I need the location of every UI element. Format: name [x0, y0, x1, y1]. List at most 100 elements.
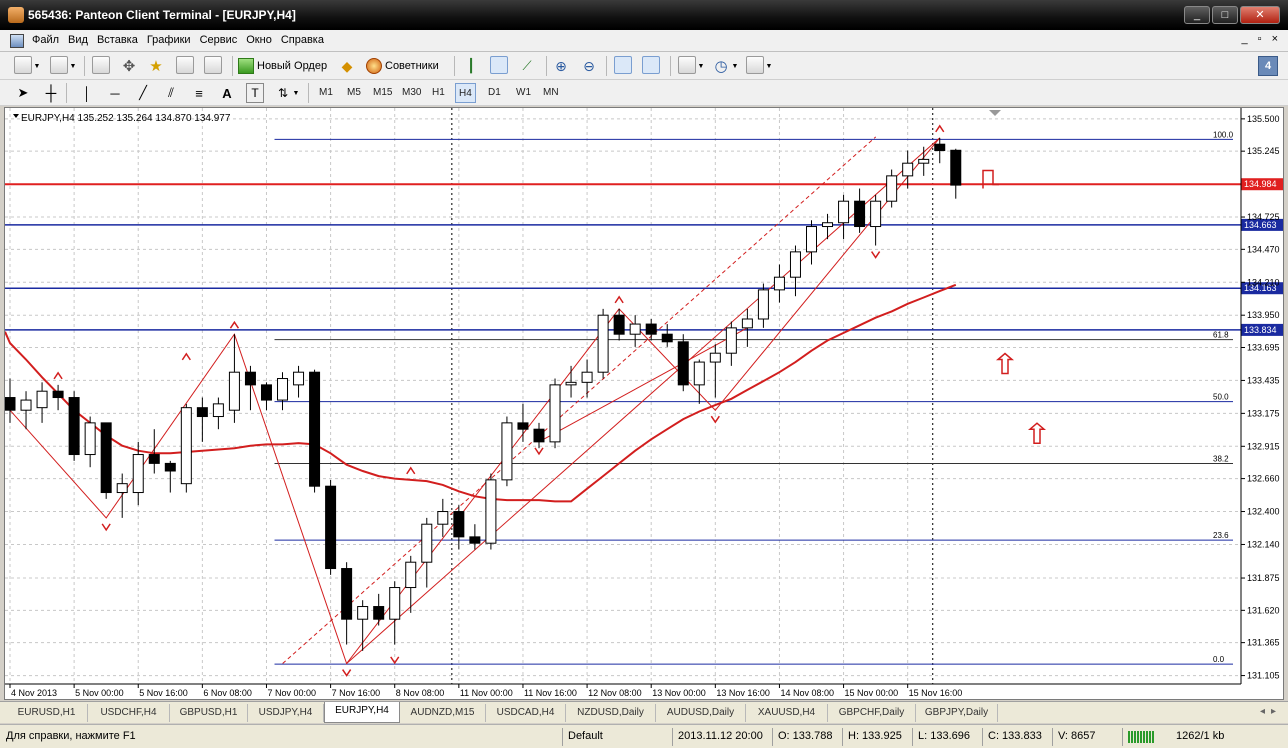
text-tool-icon[interactable]: A	[218, 83, 236, 103]
chevron-down-icon[interactable]: ▼	[33, 56, 41, 76]
candle-body	[870, 200, 882, 228]
strategy-tester-icon[interactable]	[204, 56, 222, 74]
mdi-restore-button[interactable]: ▫	[1258, 33, 1262, 45]
chevron-down-icon[interactable]: ▼	[697, 56, 705, 76]
market-watch-icon[interactable]	[92, 56, 110, 74]
timeframe-m30[interactable]: M30	[399, 83, 424, 103]
crosshair-icon[interactable]: ┼	[42, 83, 60, 103]
tab-usdchf-h4[interactable]: USDCHF,H4	[88, 704, 170, 722]
candle-body	[421, 523, 433, 563]
autoscroll-icon[interactable]	[614, 56, 632, 74]
price-chart[interactable]: 100.061.850.038.223.60.0134.984134.66313…	[4, 108, 1283, 699]
mdi-minimize-button[interactable]: _	[1242, 33, 1248, 45]
tab-audnzd-m15[interactable]: AUDNZD,M15	[400, 704, 486, 722]
timeframe-h4[interactable]: H4	[455, 83, 476, 103]
maximize-button[interactable]: □	[1212, 6, 1238, 24]
zoom-out-icon[interactable]: ⊖	[580, 56, 598, 76]
close-button[interactable]: ✕	[1240, 6, 1280, 24]
periods-clock-icon[interactable]: ◷	[712, 56, 730, 76]
bar-chart-icon[interactable]: ┃	[462, 56, 480, 76]
chevron-down-icon[interactable]: ▼	[765, 56, 773, 76]
timeframe-w1[interactable]: W1	[513, 83, 534, 103]
vertical-line-icon[interactable]: │	[80, 83, 94, 103]
candle-body	[501, 422, 513, 481]
buy-signal-arrow	[1027, 422, 1047, 444]
candle-body	[244, 371, 256, 386]
new-chart-icon[interactable]	[14, 56, 32, 74]
candle-body	[693, 361, 705, 386]
candle-body	[485, 479, 497, 544]
timeframe-h1[interactable]: H1	[429, 83, 448, 103]
line-chart-icon[interactable]: ⟋	[518, 56, 536, 76]
tab-gbpusd-h1[interactable]: GBPUSD,H1	[170, 704, 248, 722]
notifications-icon[interactable]: 4	[1258, 56, 1278, 76]
chart-menu-triangle-icon[interactable]	[13, 114, 19, 118]
menu-file[interactable]: Файл	[32, 34, 68, 46]
fibonacci-retracement-icon[interactable]: ≡	[190, 83, 208, 103]
tab-nzdusd-daily[interactable]: NZDUSD,Daily	[566, 704, 656, 722]
arrows-icon[interactable]: ⇅	[274, 83, 292, 103]
tab-eurusd-h1[interactable]: EURUSD,H1	[6, 704, 88, 722]
mdi-close-button[interactable]: ×	[1272, 33, 1278, 45]
horizontal-line-icon[interactable]: ─	[106, 83, 124, 103]
tab-usdjpy-h4[interactable]: USDJPY,H4	[248, 704, 324, 722]
fractal-up-marker	[614, 295, 624, 304]
tab-xauusd-h4[interactable]: XAUUSD,H4	[746, 704, 828, 722]
time-label: 5 Nov 16:00	[139, 688, 188, 698]
text-label-icon[interactable]: T	[246, 83, 264, 103]
alert-diamond-icon[interactable]: ◆	[338, 56, 356, 76]
candle-body	[68, 397, 80, 456]
equidistant-channel-icon[interactable]: ⫽	[162, 83, 180, 103]
status-close: C: 133.833	[988, 730, 1042, 742]
status-volume: V: 8657	[1058, 730, 1096, 742]
candle-body	[373, 606, 385, 620]
timeframe-d1[interactable]: D1	[485, 83, 504, 103]
fractal-up-marker	[53, 371, 63, 380]
menu-help[interactable]: Справка	[281, 34, 333, 46]
candle-body	[469, 536, 481, 544]
chart-window-icon[interactable]	[10, 34, 24, 48]
advisors-label: Советники	[385, 60, 439, 72]
menu-window[interactable]: Окно	[246, 34, 281, 46]
terminal-icon[interactable]	[176, 56, 194, 74]
candlestick-chart-icon[interactable]	[490, 56, 508, 74]
candle-body	[164, 462, 176, 472]
chevron-down-icon[interactable]: ▼	[292, 83, 300, 103]
timeframe-mn[interactable]: MN	[540, 83, 562, 103]
indicators-icon[interactable]	[678, 56, 696, 74]
tab-audusd-daily[interactable]: AUDUSD,Daily	[656, 704, 746, 722]
crosshair-navigator-icon[interactable]: ✥	[120, 56, 138, 76]
profiles-icon[interactable]	[50, 56, 68, 74]
tab-usdcad-h4[interactable]: USDCAD,H4	[486, 704, 566, 722]
timeframe-m1[interactable]: M1	[316, 83, 336, 103]
time-label: 15 Nov 00:00	[845, 688, 899, 698]
menu-tools[interactable]: Сервис	[200, 34, 247, 46]
fractal-down-marker	[710, 415, 720, 424]
price-label: 133.695	[1247, 343, 1280, 353]
zoom-in-icon[interactable]: ⊕	[552, 56, 570, 76]
timeframe-m15[interactable]: M15	[370, 83, 395, 103]
timeframe-m5[interactable]: M5	[344, 83, 364, 103]
tab-gbpchf-daily[interactable]: GBPCHF,Daily	[828, 704, 916, 722]
tab-eurjpy-h4[interactable]: EURJPY,H4	[324, 702, 400, 723]
trendline-icon[interactable]: ╱	[134, 83, 152, 103]
cursor-arrow-icon[interactable]: ➤	[14, 83, 32, 103]
tab-scroll-arrows-icon[interactable]: ◂▸	[1260, 706, 1282, 717]
new-order-button[interactable]: Новый Ордер	[238, 56, 327, 76]
favorites-star-icon[interactable]: ★	[147, 56, 165, 76]
candle-body	[886, 175, 898, 202]
menu-view[interactable]: Вид	[68, 34, 97, 46]
templates-icon[interactable]	[746, 56, 764, 74]
tab-gbpjpy-daily[interactable]: GBPJPY,Daily	[916, 704, 998, 722]
minimize-button[interactable]: _	[1184, 6, 1210, 24]
price-label: 135.245	[1247, 146, 1280, 156]
chart-window[interactable]: 100.0 61.8 50.0 38.2 23.6 0.0 134.984 134.663 13…	[4, 107, 1284, 700]
chevron-down-icon[interactable]: ▼	[731, 56, 739, 76]
candle-body	[838, 200, 850, 224]
chart-shift-icon[interactable]	[642, 56, 660, 74]
chevron-down-icon[interactable]: ▼	[69, 56, 77, 76]
menu-insert[interactable]: Вставка	[97, 34, 147, 46]
drawing-toolbar: ➤ ┼ │ ─ ╱ ⫽ ≡ A T ⇅ ▼ M1 M5 M15 M30 H1 H…	[0, 80, 1288, 106]
expert-advisors-button[interactable]: Советники	[366, 56, 439, 76]
menu-charts[interactable]: Графики	[147, 34, 200, 46]
